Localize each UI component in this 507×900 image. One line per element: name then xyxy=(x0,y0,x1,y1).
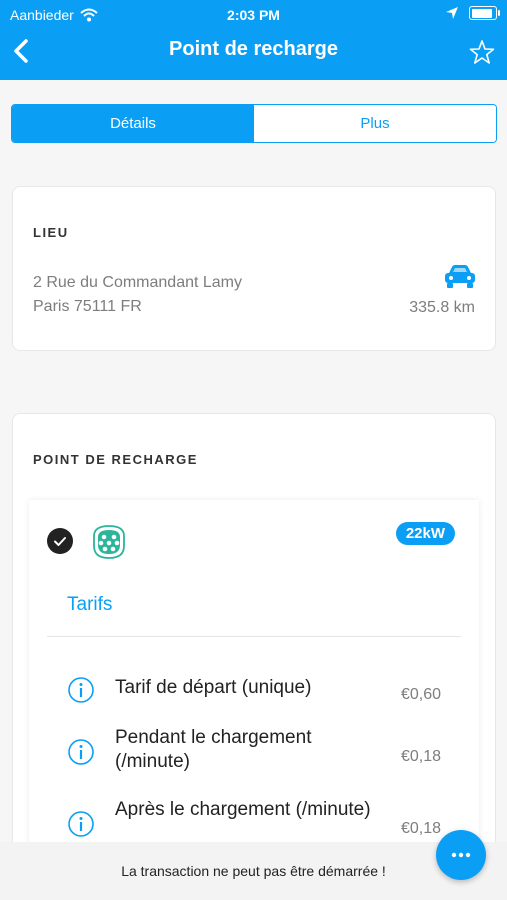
status-bar: Aanbieder 2:03 PM xyxy=(0,4,507,26)
location-arrow-icon xyxy=(446,7,458,19)
tab-details[interactable]: Détails xyxy=(12,105,254,142)
address: 2 Rue du Commandant Lamy Paris 75111 FR xyxy=(33,271,242,319)
tariff-price: €0,60 xyxy=(400,686,441,703)
favorite-star-button[interactable] xyxy=(469,39,495,65)
tab-plus[interactable]: Plus xyxy=(254,105,496,142)
status-time: 2:03 PM xyxy=(227,7,280,23)
transaction-message: La transaction ne peut pas être démarrée… xyxy=(121,863,386,879)
charge-point-section-title: POINT DE RECHARGE xyxy=(33,452,198,467)
status-right xyxy=(445,6,500,20)
car-icon[interactable] xyxy=(443,263,477,289)
page-title: Point de recharge xyxy=(169,38,338,60)
info-icon[interactable] xyxy=(67,738,95,766)
more-icon xyxy=(451,852,471,858)
info-icon[interactable] xyxy=(67,676,95,704)
app-header: Aanbieder 2:03 PM Point de recharge xyxy=(0,0,507,80)
connector-panel[interactable]: 22kW Tarifs Tarif de départ (unique) €0,… xyxy=(29,500,479,860)
tariff-price: €0,18 xyxy=(400,820,441,837)
tab-selector: Détails Plus xyxy=(11,104,497,143)
tariff-label: Pendant le chargement (/minute) xyxy=(115,727,312,772)
tariff-price: €0,18 xyxy=(400,748,441,765)
battery-icon xyxy=(469,6,500,20)
tariff-label: Tarif de départ (unique) xyxy=(115,677,312,698)
location-section-title: LIEU xyxy=(33,225,69,240)
more-actions-button[interactable] xyxy=(436,830,486,880)
tariff-label: Après le chargement (/minute) xyxy=(115,799,371,820)
tarifs-link[interactable]: Tarifs xyxy=(67,594,112,616)
check-icon xyxy=(47,528,73,554)
address-line-2: Paris 75111 FR xyxy=(33,298,142,315)
info-icon[interactable] xyxy=(67,810,95,838)
plug-icon xyxy=(93,525,125,559)
divider xyxy=(47,636,461,637)
transaction-status-bar: La transaction ne peut pas être démarrée… xyxy=(0,842,507,900)
location-card: LIEU 2 Rue du Commandant Lamy Paris 7511… xyxy=(12,186,496,351)
charge-point-card: POINT DE RECHARGE 22kW Tarifs Tarif de d… xyxy=(12,413,496,895)
distance-label: 335.8 km xyxy=(409,299,475,316)
power-badge: 22kW xyxy=(395,522,455,545)
address-line-1: 2 Rue du Commandant Lamy xyxy=(33,274,242,291)
